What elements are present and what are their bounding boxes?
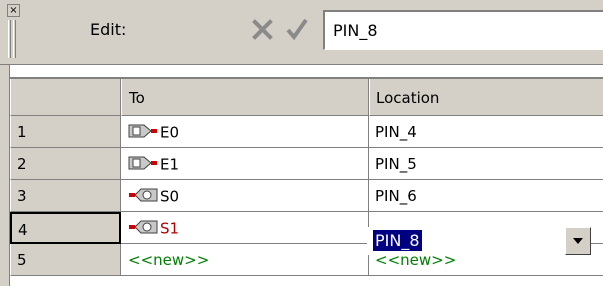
dropdown-button[interactable] [565, 227, 591, 255]
output-pin-icon [129, 220, 158, 234]
column-header-to[interactable]: To [121, 79, 369, 116]
accept-edit-button[interactable] [283, 15, 311, 43]
location-cell[interactable]: PIN_4 [369, 116, 603, 148]
toolbar-grip[interactable]: × [7, 4, 20, 60]
location-combobox[interactable]: PIN_8 [367, 227, 591, 255]
grip-bar [13, 20, 16, 58]
to-cell[interactable]: E0 [121, 116, 369, 148]
column-header-location[interactable]: Location [369, 79, 603, 116]
grip-bar [8, 20, 11, 58]
close-icon[interactable]: × [7, 4, 20, 17]
node-name: E1 [160, 155, 180, 174]
cancel-edit-button[interactable] [249, 15, 277, 43]
location-cell[interactable]: PIN_6 [369, 180, 603, 212]
row-number[interactable]: 5 [10, 244, 121, 276]
edit-input[interactable]: PIN_8 [323, 10, 603, 50]
output-pin-icon [129, 188, 158, 202]
checkmark-icon [286, 18, 308, 41]
node-name: E0 [160, 123, 180, 142]
to-cell[interactable]: S0 [121, 180, 369, 212]
chevron-down-icon [573, 238, 583, 244]
edit-toolbar: × Edit: PIN_8 [0, 0, 603, 65]
node-name: S1 [160, 219, 180, 238]
to-cell[interactable]: S1 [121, 212, 369, 244]
input-pin-icon [128, 156, 157, 170]
row-number[interactable]: 2 [10, 148, 121, 180]
new-to-cell[interactable]: <<new>> [121, 244, 369, 276]
location-cell[interactable]: PIN_5 [369, 148, 603, 180]
edit-label: Edit: [90, 20, 127, 39]
corner-header[interactable] [10, 79, 121, 116]
to-cell[interactable]: E1 [121, 148, 369, 180]
row-number[interactable]: 3 [10, 180, 121, 212]
location-combobox-value[interactable]: PIN_8 [373, 230, 422, 251]
row-number[interactable]: 1 [10, 116, 121, 148]
row-number[interactable]: 4 [10, 212, 121, 244]
grid-left-edge [0, 65, 10, 286]
node-name: S0 [160, 187, 180, 206]
input-pin-icon [128, 124, 157, 138]
x-icon [252, 19, 273, 40]
